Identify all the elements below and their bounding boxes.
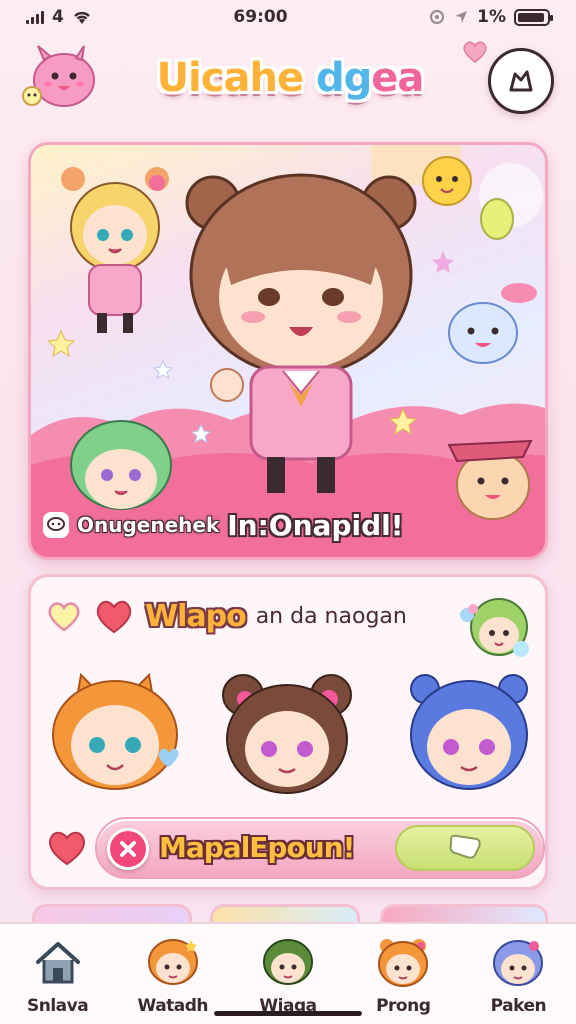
action-row: MapalEpoun! <box>39 813 545 883</box>
app-header: Uicahe dgea <box>0 34 576 130</box>
blue-hair-avatar-icon <box>493 940 544 986</box>
bottom-tab-bar: Snlava Watadh Wiaga Prong Paken <box>0 922 576 1024</box>
location-icon <box>430 10 445 24</box>
carrier-label: 4 <box>52 7 64 27</box>
match-thumbnail[interactable] <box>455 591 533 663</box>
green-hair-avatar-icon <box>263 939 313 985</box>
tab-label: Watadh <box>137 996 209 1016</box>
close-icon[interactable] <box>107 828 149 870</box>
app-title-part1: Uicahe <box>156 55 304 101</box>
match-button-label: MapalEpoun! <box>159 831 355 864</box>
tab-label: Paken <box>490 996 547 1016</box>
speech-bubble-icon <box>449 834 481 859</box>
orange-bun-avatar-icon <box>378 939 429 987</box>
signal-icon <box>26 10 44 24</box>
match-button[interactable]: MapalEpoun! <box>95 817 545 879</box>
tab-home[interactable]: Snlava <box>0 924 115 1024</box>
tab-saga[interactable]: Wiaga <box>230 924 345 1024</box>
tab-watch[interactable]: Watadh <box>115 924 230 1024</box>
face-brown-buns[interactable] <box>217 669 357 799</box>
battery-fill <box>518 12 544 22</box>
face-blue-hair[interactable] <box>399 669 539 799</box>
orange-hair-avatar-icon <box>147 939 198 985</box>
settings-button[interactable] <box>488 48 554 114</box>
wifi-icon <box>73 11 90 24</box>
candidate-faces <box>31 669 551 799</box>
home-indicator[interactable] <box>214 1011 362 1016</box>
match-subtitle: an da naogan <box>255 603 407 629</box>
cat-paw-icon <box>509 70 533 92</box>
status-bar: 4 69:00 1% <box>0 0 576 34</box>
featured-caption-big: In:Onapidl! <box>227 508 404 542</box>
battery-icon <box>514 8 553 26</box>
tab-label: Snlava <box>27 996 89 1016</box>
featured-caption-small: Onugenehek <box>77 513 220 537</box>
red-heart-icon <box>96 600 132 634</box>
battery-percent: 1% <box>477 7 506 27</box>
like-heart-icon[interactable] <box>45 827 89 867</box>
status-time: 69:00 <box>233 7 288 27</box>
app-title-part2: dg <box>316 55 372 101</box>
match-title: Wlapo <box>145 598 247 634</box>
match-header: Wlapo an da naogan <box>45 597 407 635</box>
navigation-arrow-icon <box>455 11 468 23</box>
status-right: 1% <box>429 7 553 27</box>
tab-prong[interactable]: Prong <box>346 924 461 1024</box>
featured-illustration <box>31 145 545 557</box>
app-title: Uicahe dgea <box>110 48 470 108</box>
floating-hearts-icon <box>463 41 487 63</box>
home-icon <box>35 942 80 984</box>
tab-label: Prong <box>376 996 431 1016</box>
match-card: Wlapo an da naogan MapalEpoun! <box>28 574 548 890</box>
go-button[interactable] <box>395 825 535 871</box>
featured-banner[interactable]: Onugenehek In:Onapidl! <box>28 142 548 560</box>
tab-paken[interactable]: Paken <box>461 924 576 1024</box>
app-title-part3: ea <box>371 55 424 101</box>
chat-bubble-icon <box>43 512 69 538</box>
face-orange-hair[interactable] <box>45 669 185 799</box>
yellow-heart-icon <box>48 602 80 632</box>
featured-caption: Onugenehek In:Onapidl! <box>43 503 404 547</box>
mascot-icon[interactable] <box>18 40 102 116</box>
status-left: 4 <box>26 7 92 27</box>
